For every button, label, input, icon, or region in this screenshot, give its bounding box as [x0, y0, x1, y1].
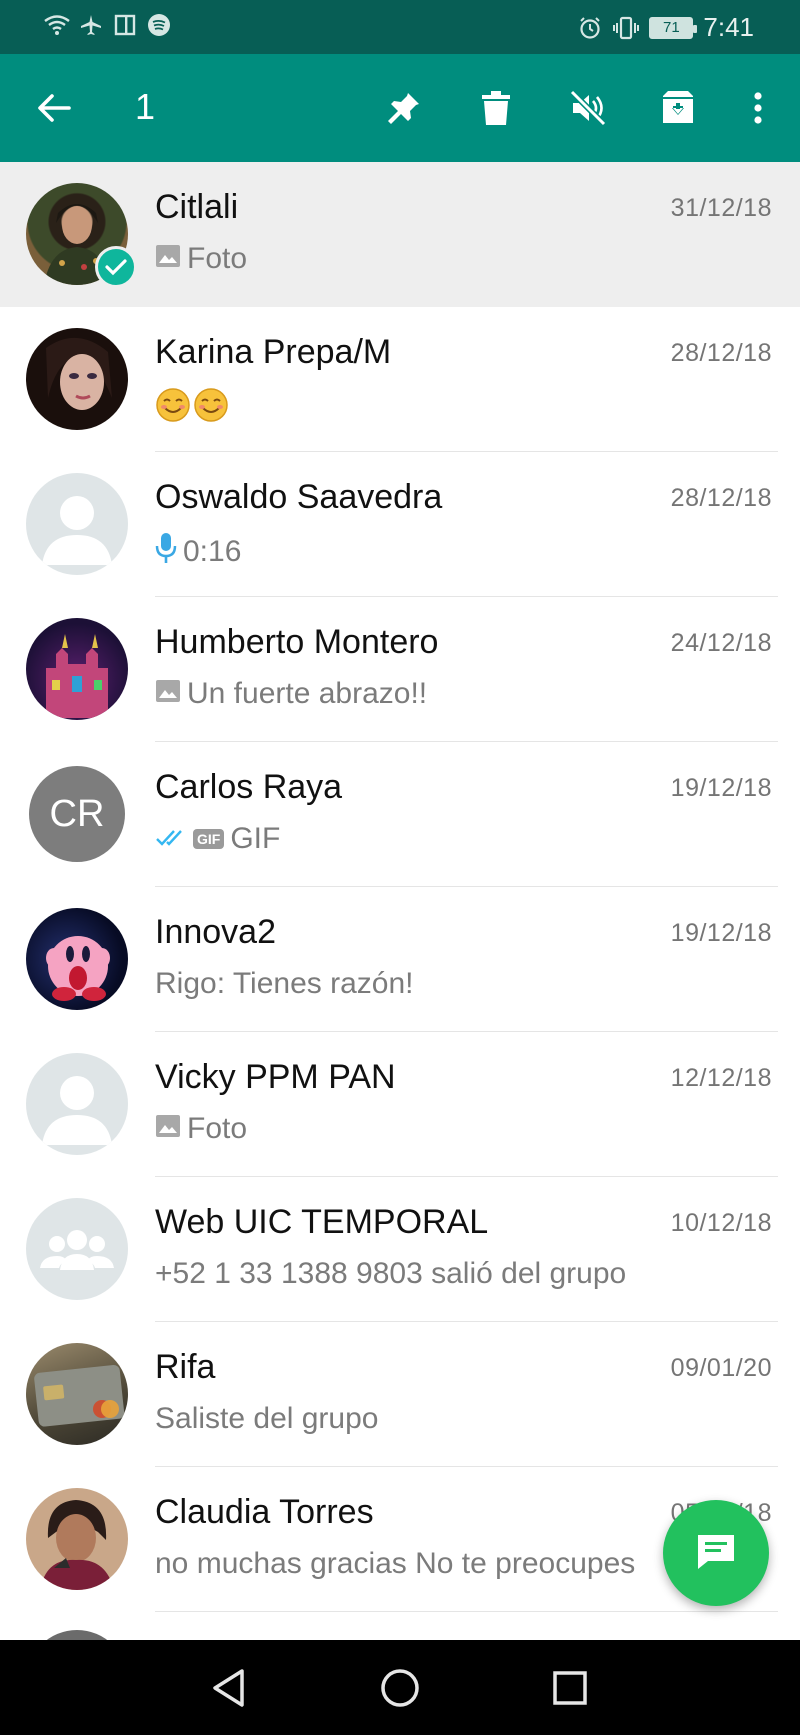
double-tick-icon: [155, 822, 187, 856]
last-message-date: 28/12/18: [670, 484, 772, 512]
photo-icon: [155, 677, 181, 711]
overflow-menu-icon[interactable]: [732, 82, 784, 134]
battery-icon: 71: [649, 16, 698, 39]
alarm-icon: [577, 15, 603, 41]
last-message-date: 10/12/18: [670, 1209, 772, 1237]
last-message-date: 24/12/18: [670, 629, 772, 657]
message-preview: Foto: [155, 242, 247, 276]
last-message-date: 12/12/18: [670, 1064, 772, 1092]
message-preview: Rigo: Tienes razón!: [155, 967, 413, 1001]
selection-action-bar: 1: [0, 54, 800, 162]
contact-name: Citlali: [155, 188, 239, 226]
trash-icon[interactable]: [470, 82, 522, 134]
message-preview: GIF GIF: [155, 822, 280, 856]
chat-row-oswaldo[interactable]: Oswaldo Saavedra 28/12/18 0:16: [0, 452, 800, 597]
contact-name: Vicky PPM PAN: [155, 1058, 396, 1096]
default-person-avatar-icon: [26, 473, 128, 575]
contact-name: Rifa: [155, 1348, 216, 1386]
default-group-avatar-icon: [26, 1198, 128, 1300]
selected-check-icon: [95, 246, 137, 288]
contact-name: Carlos Raya: [155, 768, 343, 806]
preview-text: +52 1 33 1388 9803 salió del grupo: [155, 1257, 627, 1290]
preview-text: no muchas gracias No te preocupes: [155, 1547, 636, 1580]
preview-text: GIF: [230, 822, 281, 855]
last-message-date: 31/12/18: [670, 194, 772, 222]
preview-text: Foto: [187, 242, 248, 275]
system-navigation-bar: [0, 1640, 800, 1735]
new-chat-button[interactable]: [663, 1500, 769, 1606]
selected-count: 1: [135, 86, 156, 127]
chat-row-innova2[interactable]: Innova2 19/12/18 Rigo: Tienes razón!: [0, 887, 800, 1032]
contact-name: Innova2: [155, 913, 276, 951]
last-message-date: 28/12/18: [670, 339, 772, 367]
message-preview: Foto: [155, 1112, 247, 1146]
recents-square-icon[interactable]: [542, 1660, 598, 1716]
new-chat-icon: [694, 1531, 738, 1576]
photo-icon: [155, 1112, 181, 1146]
message-preview: no muchas gracias No te preocupes: [155, 1547, 635, 1581]
preview-text: Saliste del grupo: [155, 1402, 379, 1435]
default-person-avatar-icon: [26, 1053, 128, 1155]
spotify-icon: [146, 12, 172, 38]
contact-name: Karina Prepa/M: [155, 333, 392, 371]
wifi-icon: [44, 12, 70, 38]
status-icons-right: 71 7:41: [577, 12, 754, 43]
avatar-initials: CR: [49, 792, 105, 835]
chat-row-humberto[interactable]: Humberto Montero 24/12/18 Un fuerte abra…: [0, 597, 800, 742]
message-preview: Saliste del grupo: [155, 1402, 378, 1436]
chat-row-carlos[interactable]: CR Carlos Raya 19/12/18 GIF GIF: [0, 742, 800, 887]
chat-row-vicky[interactable]: Vicky PPM PAN 12/12/18 Foto: [0, 1032, 800, 1177]
preview-text: Foto: [187, 1112, 248, 1145]
message-preview: 0:16: [155, 532, 241, 572]
smile-emoji-icon: [155, 387, 231, 431]
status-icons-left: [44, 12, 172, 38]
archive-icon[interactable]: [652, 82, 704, 134]
chat-row-karina[interactable]: Karina Prepa/M 28/12/18: [0, 307, 800, 452]
mic-icon: [155, 532, 177, 572]
pin-icon[interactable]: [378, 82, 430, 134]
home-circle-icon[interactable]: [372, 1660, 428, 1716]
last-message-date: 19/12/18: [670, 919, 772, 947]
message-preview: [155, 387, 231, 431]
photo-icon: [155, 242, 181, 276]
clock-time: 7:41: [703, 12, 754, 42]
mute-icon[interactable]: [562, 82, 614, 134]
contact-name: Oswaldo Saavedra: [155, 478, 443, 516]
message-preview: +52 1 33 1388 9803 salió del grupo: [155, 1257, 626, 1291]
message-preview: Un fuerte abrazo!!: [155, 677, 427, 711]
last-message-date: 19/12/18: [670, 774, 772, 802]
last-message-date: 09/01/20: [670, 1354, 772, 1382]
back-triangle-icon[interactable]: [200, 1660, 256, 1716]
preview-text: 0:16: [183, 535, 242, 568]
avatar: [26, 328, 128, 430]
status-bar: 71 7:41: [0, 0, 800, 54]
sim-icon: [112, 12, 138, 38]
preview-text: Rigo: Tienes razón!: [155, 967, 414, 1000]
contact-name: Web UIC TEMPORAL: [155, 1203, 489, 1241]
avatar: [26, 618, 128, 720]
initials-avatar: CR: [29, 766, 125, 862]
contact-name: Humberto Montero: [155, 623, 439, 661]
chat-row-citlali[interactable]: Citlali 31/12/18 Foto: [0, 162, 800, 307]
airplane-icon: [78, 12, 104, 38]
avatar: [26, 1343, 128, 1445]
avatar: [26, 1488, 128, 1590]
preview-text: Un fuerte abrazo!!: [187, 677, 428, 710]
avatar: [26, 908, 128, 1010]
contact-name: Claudia Torres: [155, 1493, 374, 1531]
chat-row-rifa[interactable]: Rifa 09/01/20 Saliste del grupo: [0, 1322, 800, 1467]
back-arrow-icon[interactable]: [28, 82, 80, 134]
chat-row-web-uic[interactable]: Web UIC TEMPORAL 10/12/18 +52 1 33 1388 …: [0, 1177, 800, 1322]
gif-icon: GIF: [193, 829, 225, 849]
vibrate-icon: [613, 15, 640, 41]
chat-list: Citlali 31/12/18 Foto Karina Prepa/M 28/…: [0, 162, 800, 1652]
